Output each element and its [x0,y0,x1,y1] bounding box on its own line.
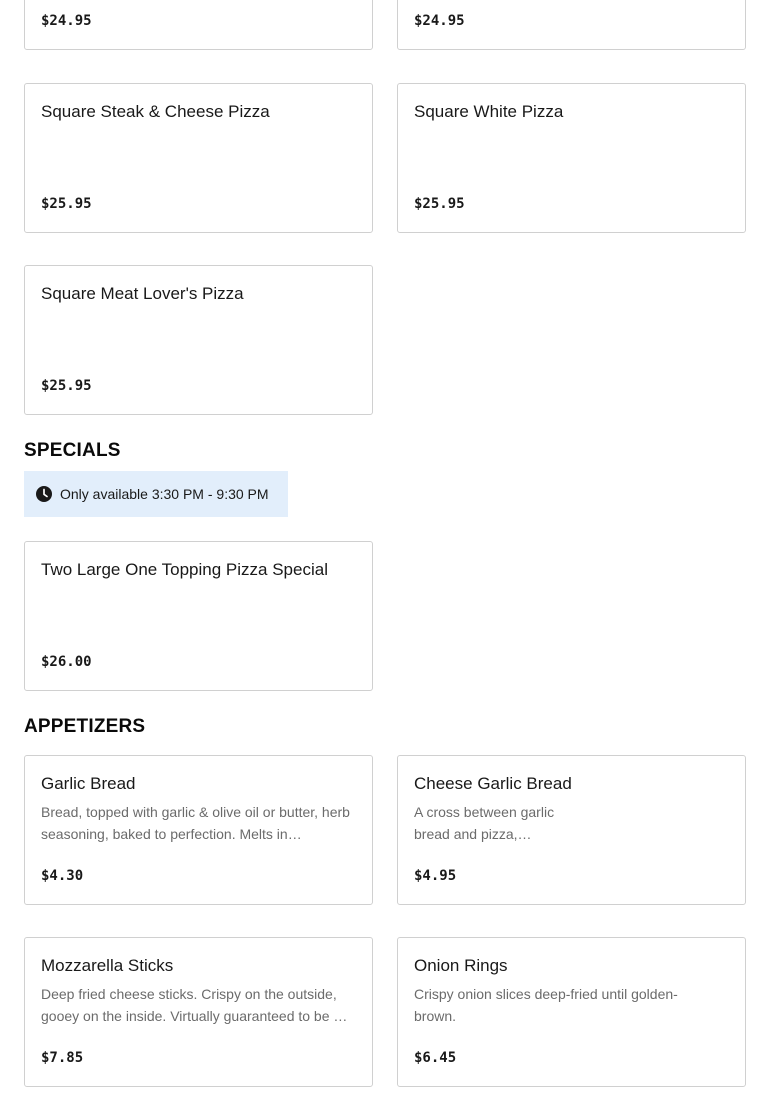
menu-item-card[interactable]: Onion Rings Crispy onion slices deep-fri… [397,937,746,1087]
item-name: Mozzarella Sticks [41,956,174,975]
item-name: Two Large One Topping Pizza Special [41,560,328,579]
clock-icon [36,486,52,502]
availability-banner: Only available 3:30 PM - 9:30 PM [24,471,288,517]
menu-item-card[interactable]: Square Steak & Cheese Pizza $25.95 [24,83,373,233]
item-description: A cross between garlic bread and pizza, … [414,804,555,842]
menu-item-card[interactable]: Garlic Bread Bread, topped with garlic &… [24,755,373,905]
menu-item-card[interactable]: $24.95 [397,0,746,50]
menu-item-card[interactable]: Square White Pizza $25.95 [397,83,746,233]
item-price: $25.95 [41,378,92,394]
menu-item-card[interactable]: Mozzarella Sticks Deep fried cheese stic… [24,937,373,1087]
item-price: $24.95 [41,13,92,29]
item-price: $25.95 [41,196,92,212]
menu-item-card[interactable]: Cheese Garlic Bread A cross between garl… [397,755,746,905]
item-description: Deep fried cheese sticks. Crispy on the … [41,986,348,1024]
item-name: Garlic Bread [41,774,136,793]
item-description: Crispy onion slices deep-fried until gol… [414,986,678,1024]
menu-item-card[interactable]: $24.95 [24,0,373,50]
item-price: $4.30 [41,868,84,884]
item-price: $4.95 [414,868,457,884]
item-name: Square Meat Lover's Pizza [41,284,244,303]
availability-text: Only available 3:30 PM - 9:30 PM [60,486,269,502]
item-price: $25.95 [414,196,465,212]
section-title-appetizers: APPETIZERS [24,716,146,737]
item-name: Onion Rings [414,956,508,975]
item-price: $24.95 [414,13,465,29]
section-title-specials: SPECIALS [24,440,121,461]
item-name: Square White Pizza [414,102,564,121]
item-name: Square Steak & Cheese Pizza [41,102,270,121]
menu-item-card[interactable]: Two Large One Topping Pizza Special $26.… [24,541,373,691]
item-description: Bread, topped with garlic & olive oil or… [41,804,350,842]
item-price: $7.85 [41,1050,84,1066]
menu-item-card[interactable]: Square Meat Lover's Pizza $25.95 [24,265,373,415]
item-price: $26.00 [41,654,92,670]
item-name: Cheese Garlic Bread [414,774,572,793]
item-price: $6.45 [414,1050,457,1066]
